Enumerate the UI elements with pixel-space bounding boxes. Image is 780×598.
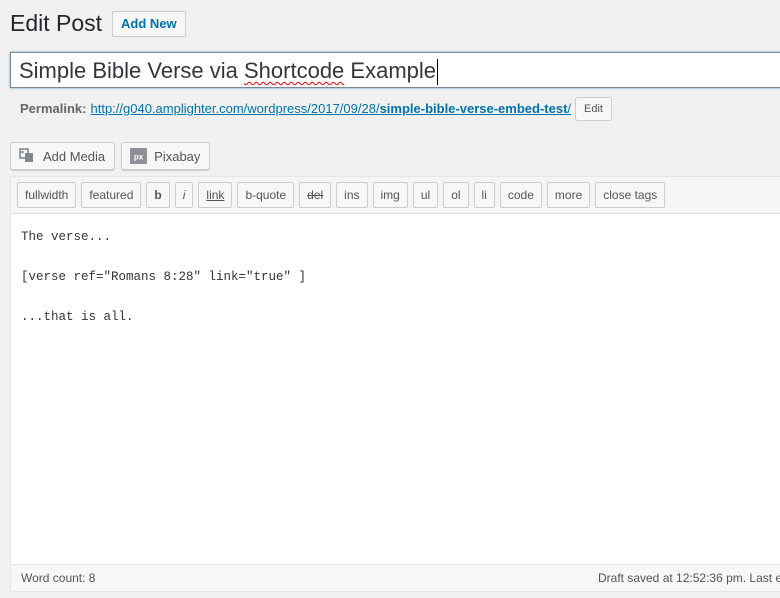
page-title: Edit Post (10, 10, 103, 36)
qt-close-tags-button[interactable]: close tags (595, 182, 666, 208)
post-title-misspelled-word: Shortcode (244, 58, 345, 83)
word-count: Word count: 8 (21, 571, 96, 585)
media-buttons: Add Media px Pixabay (10, 142, 216, 170)
post-status-info: Word count: 8 Draft saved at 12:52:36 pm… (11, 564, 780, 591)
content-line: [verse ref="Romans 8:28" link="true" ] (21, 270, 307, 284)
qt-ins-button[interactable]: ins (336, 182, 368, 208)
page-header: Edit Post Add New (10, 9, 186, 38)
permalink-url-base: http://g040.amplighter.com/wordpress/201… (90, 101, 380, 116)
content-line: ...that is all. (21, 310, 134, 324)
quicktags-toolbar: fullwidth featured b i link b-quote del … (11, 177, 780, 214)
qt-more-button[interactable]: more (546, 182, 591, 208)
add-media-button[interactable]: Add Media (10, 142, 116, 170)
permalink-label: Permalink: (20, 101, 87, 116)
content-textarea[interactable]: The verse... [verse ref="Romans 8:28" li… (21, 227, 306, 327)
qt-code-button[interactable]: code (499, 182, 542, 208)
pixabay-label: Pixabay (154, 148, 201, 164)
qt-bold-button[interactable]: b (146, 182, 170, 208)
permalink-edit-button[interactable]: Edit (575, 97, 612, 121)
qt-ol-button[interactable]: ol (443, 182, 469, 208)
content-line (21, 287, 306, 307)
permalink-row: Permalink: http://g040.amplighter.com/wo… (20, 97, 612, 121)
qt-li-button[interactable]: li (473, 182, 495, 208)
autosave-status: Draft saved at 12:52:36 pm. Last ed (598, 571, 780, 585)
qt-italic-button[interactable]: i (174, 182, 194, 208)
qt-del-button[interactable]: del (299, 182, 332, 208)
add-media-icon (19, 148, 37, 164)
qt-link-button[interactable]: link (198, 182, 233, 208)
pixabay-button[interactable]: px Pixabay (121, 142, 211, 170)
post-title-tail: Example (344, 58, 437, 83)
post-title-input[interactable]: Simple Bible Verse via Shortcode Example (10, 52, 780, 88)
svg-text:px: px (134, 153, 144, 162)
permalink-slug: simple-bible-verse-embed-test (379, 101, 568, 116)
qt-blockquote-button[interactable]: b-quote (237, 182, 295, 208)
text-editor: fullwidth featured b i link b-quote del … (10, 176, 780, 592)
qt-img-button[interactable]: img (372, 182, 408, 208)
content-line: The verse... (21, 230, 112, 244)
add-media-label: Add Media (43, 148, 106, 164)
add-new-button[interactable]: Add New (112, 10, 186, 37)
qt-fullwidth-button[interactable]: fullwidth (17, 182, 77, 208)
qt-ul-button[interactable]: ul (412, 182, 439, 208)
permalink-link[interactable]: http://g040.amplighter.com/wordpress/201… (90, 97, 571, 121)
pixabay-icon: px (130, 148, 148, 164)
permalink-url-end: / (567, 101, 572, 116)
qt-featured-button[interactable]: featured (81, 182, 142, 208)
text-caret (437, 59, 439, 86)
post-title-text: Simple Bible Verse via (19, 58, 244, 83)
content-line (21, 247, 306, 267)
